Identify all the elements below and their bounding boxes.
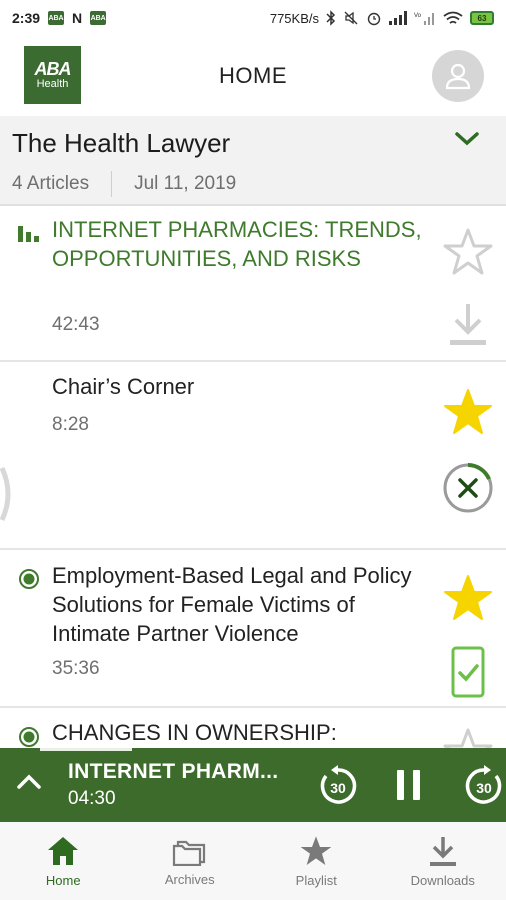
article-duration: 42:43 [52, 314, 100, 335]
download-progress-cancel-icon [443, 463, 493, 513]
chevron-down-icon[interactable] [454, 130, 480, 148]
forward-30-button[interactable]: 30 [462, 764, 506, 813]
article-duration: 8:28 [52, 414, 89, 435]
network-speed: 775KB/s [269, 10, 319, 26]
bluetooth-icon [326, 10, 336, 26]
logo-text-aba: ABA [34, 59, 72, 79]
app-notification-icon: ABA [48, 11, 65, 25]
article-item[interactable]: Employment-Based Legal and Policy Soluti… [0, 550, 506, 708]
home-icon [48, 836, 79, 865]
star-icon [300, 835, 332, 865]
article-title[interactable]: INTERNET PHARMACIES: TRENDS, OPPORTUNITI… [52, 215, 432, 273]
player-time: 04:30 [68, 788, 116, 809]
publication-meta: 4 Articles Jul 11, 2019 [12, 171, 236, 197]
in-progress-dot-icon [19, 727, 39, 747]
star-filled-icon [444, 389, 492, 434]
favorite-button[interactable] [442, 574, 494, 622]
profile-avatar-button[interactable] [432, 50, 484, 102]
article-title[interactable]: Chair’s Corner [52, 372, 432, 401]
mini-player[interactable]: INTERNET PHARM... 04:30 30 30 [0, 748, 506, 822]
page-title: HOME [219, 63, 287, 88]
downloaded-indicator[interactable] [442, 646, 494, 698]
app-header: ABA Health HOME [0, 36, 506, 116]
favorite-button[interactable] [442, 388, 494, 436]
alarm-icon [367, 12, 381, 26]
rewind-30-button[interactable]: 30 [316, 764, 360, 813]
status-left: 2:39 ABA N ABA [12, 10, 107, 26]
star-filled-icon [444, 575, 492, 620]
n-notification-icon: N [72, 10, 83, 26]
signal-icon-2: Vo [414, 13, 434, 25]
nav-playlist-label: Playlist [295, 872, 337, 888]
nav-downloads[interactable]: Downloads [380, 822, 506, 900]
app-notification-icon-2: ABA [90, 11, 107, 25]
pause-button[interactable] [394, 768, 424, 807]
mute-icon [344, 11, 358, 25]
user-icon [445, 63, 471, 90]
article-count: 4 Articles [12, 173, 90, 194]
star-outline-icon [443, 728, 493, 748]
nav-archives[interactable]: Archives [127, 822, 254, 900]
in-progress-dot-icon [19, 569, 39, 589]
svg-text:Vo: Vo [414, 13, 422, 19]
publication-title: The Health Lawyer [12, 128, 231, 158]
nav-downloads-label: Downloads [410, 872, 475, 888]
now-playing-icon [18, 226, 39, 242]
signal-icon [389, 11, 407, 25]
bottom-nav: Home Archives Playlist Downloads [0, 822, 506, 900]
aba-health-logo: ABA Health [24, 46, 81, 104]
status-time: 2:39 [12, 10, 41, 26]
folders-icon [172, 840, 205, 866]
download-icon [450, 304, 486, 345]
logo-text-health: Health [36, 78, 69, 90]
meta-divider [111, 171, 113, 197]
download-icon [429, 836, 456, 866]
article-duration: 35:36 [52, 658, 100, 679]
publication-date: Jul 11, 2019 [134, 173, 237, 194]
cancel-download-button[interactable] [442, 462, 494, 514]
star-outline-icon [443, 228, 493, 275]
chevron-up-icon[interactable] [16, 772, 42, 790]
download-button[interactable] [442, 300, 494, 348]
battery-icon: 63 [470, 11, 494, 25]
article-title[interactable]: Employment-Based Legal and Policy Soluti… [52, 561, 432, 648]
wifi-icon [443, 11, 463, 24]
nav-archives-label: Archives [164, 871, 215, 887]
pull-refresh-indicator [0, 466, 11, 522]
article-item[interactable]: INTERNET PHARMACIES: TRENDS, OPPORTUNITI… [0, 206, 506, 362]
nav-home-label: Home [45, 872, 81, 888]
forward-icon: 30 [465, 765, 502, 804]
article-item[interactable]: CHANGES IN OWNERSHIP: [0, 708, 506, 748]
forward-label: 30 [476, 780, 492, 796]
article-title[interactable]: CHANGES IN OWNERSHIP: [52, 718, 432, 747]
rewind-label: 30 [330, 780, 346, 796]
favorite-button[interactable] [442, 728, 494, 748]
publication-header[interactable]: The Health Lawyer 4 Articles Jul 11, 201… [0, 116, 506, 206]
article-item[interactable]: Chair’s Corner 8:28 [0, 362, 506, 550]
status-right: 775KB/s Vo 63 [270, 10, 494, 26]
nav-home[interactable]: Home [0, 822, 127, 900]
status-bar: 2:39 ABA N ABA 775KB/s Vo 63 [0, 0, 506, 36]
rewind-icon: 30 [320, 765, 357, 804]
favorite-button[interactable] [442, 228, 494, 276]
pause-icon [397, 770, 420, 800]
phone-check-icon [451, 646, 485, 698]
playback-progress-bar[interactable] [40, 748, 132, 751]
nav-playlist[interactable]: Playlist [253, 822, 380, 900]
player-title: INTERNET PHARM... [68, 760, 279, 783]
